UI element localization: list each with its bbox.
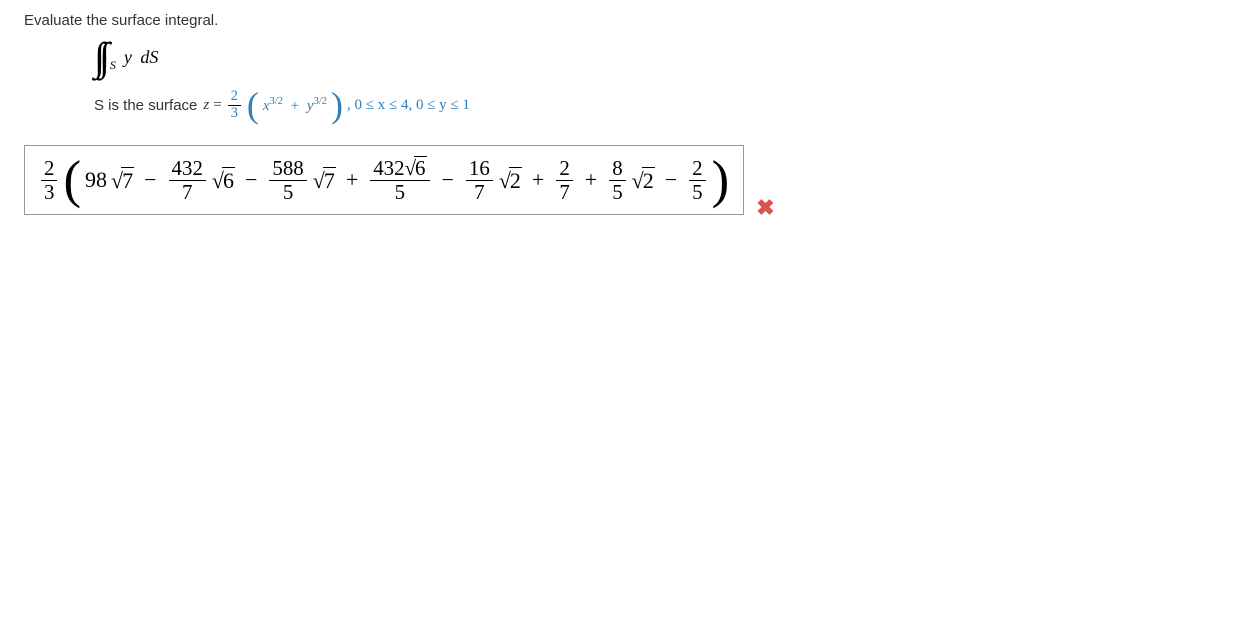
t6-num: 2 [556,157,572,181]
lead-den: 3 [41,181,57,204]
t2-rad: 6 [222,167,235,194]
equals-sign: = [213,97,221,114]
t8-num: 2 [689,157,705,181]
t5-num: 16 [466,157,493,181]
integrand-var: y [124,47,132,67]
answer-input[interactable]: 2 3 ( 98√7 − 432 7 √6 − 588 5 √7 + 432√6… [24,145,744,215]
t6-den: 7 [556,181,572,204]
ans-open-paren: ( [63,159,81,201]
minus-4: − [665,167,677,193]
t5-den: 7 [471,181,487,204]
t2-num: 432 [169,157,206,181]
coeff-num: 2 [228,89,241,106]
t4-num-rad: 6 [414,156,426,180]
integral-expression: ∫∫ S y dS [94,39,1216,75]
ans-close-paren: ) [712,159,730,201]
double-integral-icon: ∫∫ [94,39,104,75]
incorrect-icon: ✖ [756,195,774,221]
surface-var: z [203,97,209,114]
term2-exp: 3/2 [314,96,327,107]
t5-rad: 2 [509,167,522,194]
term1-base: x [263,98,270,114]
surface-definition: S is the surface z = 2 3 ( x3/2 + y3/2 )… [94,89,1216,121]
plus-2: + [532,167,544,193]
answer-expression: 2 3 ( 98√7 − 432 7 √6 − 588 5 √7 + 432√6… [39,156,729,204]
t7-rad: 2 [642,167,655,194]
term2-base: y [307,98,314,114]
plus-3: + [585,167,597,193]
open-paren: ( [247,91,259,120]
coeff-den: 3 [228,106,241,122]
t7-num: 8 [609,157,625,181]
surface-prefix: S is the surface [94,97,197,114]
term1-exp: 3/2 [270,96,283,107]
minus-2: − [245,167,257,193]
question-prompt: Evaluate the surface integral. [24,12,1216,29]
close-paren: ) [331,91,343,120]
plus-sign: + [291,98,299,114]
t1-rad: 7 [121,167,134,194]
t7-den: 5 [609,181,625,204]
t3-rad: 7 [323,167,336,194]
t3-den: 5 [280,181,296,204]
integrand-diff: dS [140,47,158,67]
t1-coef: 98 [85,167,107,193]
t3-num: 588 [269,157,306,181]
t8-den: 5 [689,181,705,204]
bounds: , 0 ≤ x ≤ 4, 0 ≤ y ≤ 1 [347,97,470,114]
t4-num-coef: 432 [373,156,404,180]
plus-1: + [346,167,358,193]
lead-num: 2 [41,157,57,181]
minus-1: − [144,167,156,193]
t4-den: 5 [392,181,408,204]
integral-region: S [110,58,116,73]
t2-den: 7 [179,181,195,204]
minus-3: − [442,167,454,193]
